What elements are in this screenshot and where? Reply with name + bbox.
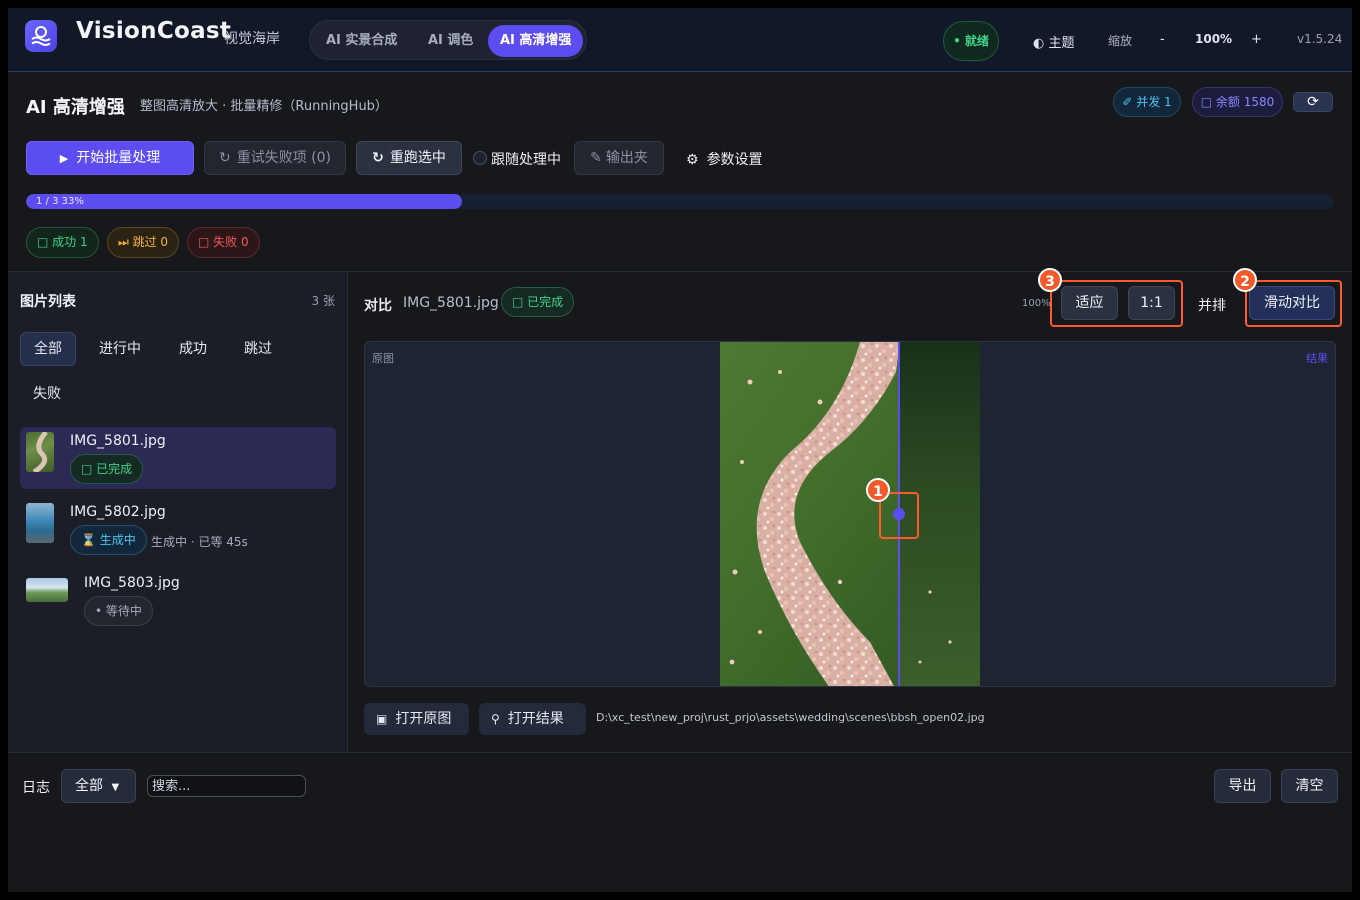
callout-box-3 <box>1050 280 1183 327</box>
tab-scene-compose[interactable]: AI 实景合成 <box>314 25 409 57</box>
follow-processing-label: 跟随处理中 <box>491 152 561 168</box>
zoom-in-button[interactable]: + <box>1251 32 1262 47</box>
rerun-selected-label: 重跑选中 <box>389 150 446 166</box>
start-batch-button[interactable]: ▶ 开始批量处理 <box>26 141 194 175</box>
top-nav: VisionCoast 视觉海岸 AI 实景合成 AI 调色 AI 高清增强 •… <box>8 8 1352 72</box>
result-label: 结果 <box>1306 352 1328 365</box>
batch-progress-bar: 1 / 3 33% <box>26 194 1334 209</box>
log-search-input[interactable] <box>147 775 306 797</box>
progress-fill <box>26 194 462 209</box>
search-icon: ⚲ <box>491 712 500 726</box>
brand-name: VisionCoast <box>76 18 232 44</box>
folder-icon: ✎ <box>590 150 602 166</box>
thumbnail-image <box>26 578 68 602</box>
rerun-selected-button[interactable]: ↻ 重跑选中 <box>356 141 462 175</box>
status-badge: • 等待中 <box>84 596 153 626</box>
retry-failed-label: 重试失败项 (0) <box>236 150 331 166</box>
tab-color-grade[interactable]: AI 调色 <box>416 25 485 57</box>
filter-failed[interactable]: 失败 <box>20 377 74 411</box>
rerun-icon: ↻ <box>372 150 384 166</box>
filter-skipped[interactable]: 跳过 <box>231 332 285 366</box>
thumbnail-image <box>26 432 54 472</box>
output-folder-label: 输出夹 <box>605 150 648 166</box>
export-button[interactable]: 导出 <box>1214 769 1271 803</box>
version-label: v1.5.24 <box>1297 32 1343 46</box>
file-item-img-5803[interactable]: IMG_5803.jpg • 等待中 <box>20 569 336 631</box>
filter-all[interactable]: 全部 <box>20 332 76 366</box>
log-panel: 日志 全部 ▼ 导出 清空 <box>8 752 1352 892</box>
compare-image <box>720 342 980 686</box>
compare-zoom: 100% <box>1022 298 1051 309</box>
gear-icon: ⚙ <box>686 152 699 168</box>
open-result-label: 打开结果 <box>507 711 564 727</box>
refresh-icon[interactable]: ⟳ <box>1293 92 1333 112</box>
app-window: VisionCoast 视觉海岸 AI 实景合成 AI 调色 AI 高清增强 •… <box>8 8 1352 892</box>
skipped-count-badge: ⏭ 跳过 0 <box>107 227 180 258</box>
clear-button[interactable]: 清空 <box>1281 769 1338 803</box>
open-original-button[interactable]: ▣ 打开原图 <box>364 703 469 735</box>
image-icon: ▣ <box>376 712 388 726</box>
open-original-label: 打开原图 <box>395 711 452 727</box>
output-folder-button[interactable]: ✎ 输出夹 <box>574 141 664 175</box>
params-settings-button[interactable]: ⚙ 参数设置 <box>686 149 763 169</box>
image-list-panel: 图片列表 3 张 全部 进行中 成功 跳过 失败 IMG_5801.jpg □ … <box>8 272 348 752</box>
zoom-out-button[interactable]: - <box>1160 32 1165 47</box>
thumbnail-image <box>26 503 54 543</box>
brand-subtitle: 视觉海岸 <box>224 31 280 47</box>
mode-tabs: AI 实景合成 AI 调色 AI 高清增强 <box>309 20 587 60</box>
follow-processing-checkbox[interactable] <box>473 151 487 165</box>
status-badge: □ 已完成 <box>70 454 144 484</box>
page-subtitle: 整图高清放大 · 批量精修（RunningHub） <box>140 99 388 114</box>
compare-label: 对比 <box>364 298 392 314</box>
open-result-button[interactable]: ⚲ 打开结果 <box>479 703 586 735</box>
params-settings-label: 参数设置 <box>706 152 763 168</box>
callout-marker-2: 2 <box>1233 268 1257 292</box>
file-name: IMG_5801.jpg <box>70 433 166 449</box>
callout-marker-3: 3 <box>1038 268 1062 292</box>
original-label: 原图 <box>372 352 394 365</box>
retry-icon: ↻ <box>218 150 231 166</box>
tab-hd-enhance[interactable]: AI 高清增强 <box>488 25 584 57</box>
status-badge: • 就绪 <box>943 21 999 61</box>
result-path: D:\xc_test\new_proj\rust_prjo\assets\wed… <box>596 711 985 724</box>
success-count-badge: □ 成功 1 <box>26 227 99 258</box>
filter-in-progress[interactable]: 进行中 <box>86 332 154 366</box>
file-item-img-5801[interactable]: IMG_5801.jpg □ 已完成 <box>20 427 336 489</box>
zoom-label: 缩放 <box>1108 34 1133 48</box>
callout-box-2 <box>1245 280 1342 327</box>
wait-note: 生成中 · 已等 45s <box>151 535 248 549</box>
file-item-img-5802[interactable]: IMG_5802.jpg ⌛ 生成中 生成中 · 已等 45s <box>20 498 336 560</box>
retry-failed-button[interactable]: ↻ 重试失败项 (0) <box>204 141 346 175</box>
status-badge: ⌛ 生成中 <box>70 525 147 555</box>
start-batch-label: 开始批量处理 <box>76 150 161 166</box>
compare-file-name: IMG_5801.jpg <box>403 295 499 311</box>
side-by-side-button[interactable]: 并排 <box>1198 295 1226 315</box>
log-filter-select[interactable]: 全部 ▼ <box>61 769 136 803</box>
zoom-value: 100% <box>1195 32 1233 46</box>
progress-text: 1 / 3 33% <box>36 196 84 207</box>
log-filter-value: 全部 <box>75 778 103 794</box>
filter-success[interactable]: 成功 <box>166 332 220 366</box>
log-label: 日志 <box>22 780 50 796</box>
play-icon: ▶ <box>59 152 69 165</box>
logo-icon <box>25 20 57 52</box>
chevron-down-icon: ▼ <box>111 782 120 793</box>
image-count: 3 张 <box>311 294 335 308</box>
concurrency-badge[interactable]: ✐ 并发 1 <box>1113 87 1181 117</box>
callout-marker-1: 1 <box>866 478 890 502</box>
compare-status-badge: □ 已完成 <box>501 287 575 317</box>
balance-badge: □ 余额 1580 <box>1192 87 1283 117</box>
file-name: IMG_5803.jpg <box>84 575 180 591</box>
compare-viewer[interactable]: 原图 结果 <box>364 341 1336 687</box>
failed-count-badge: □ 失败 0 <box>187 227 260 258</box>
page-title: AI 高清增强 <box>26 97 125 118</box>
file-name: IMG_5802.jpg <box>70 504 166 520</box>
theme-toggle[interactable]: ◐ 主题 <box>1033 32 1074 51</box>
image-list-title: 图片列表 <box>20 294 76 310</box>
